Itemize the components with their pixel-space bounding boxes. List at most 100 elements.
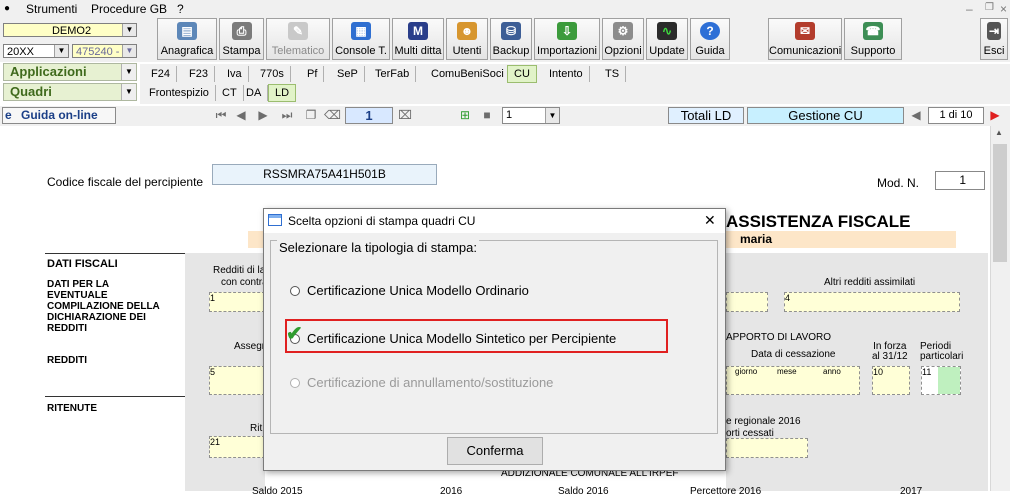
anagrafica-button[interactable]: ▤ Anagrafica [157, 18, 217, 60]
utenti-button[interactable]: ☻ Utenti [446, 18, 488, 60]
field-4-num: 4 [785, 293, 791, 303]
scroll-thumb[interactable] [993, 144, 1007, 262]
acconto-2016-label: 2016 [440, 486, 463, 497]
minimize-icon[interactable]: – [966, 2, 973, 16]
code-value: 475240 - [76, 46, 120, 58]
field-regionale[interactable] [726, 438, 808, 458]
backup-button[interactable]: ⛁ Backup [490, 18, 532, 60]
in-forza-label: In forza al 31/12 [872, 342, 908, 362]
data-cessazione-field[interactable]: giorno mese anno [726, 366, 860, 395]
menu-strumenti[interactable]: Strumenti [26, 2, 77, 16]
gestione-cu-button[interactable]: Gestione CU [747, 107, 904, 124]
console-button[interactable]: ▦ Console T. [332, 18, 390, 60]
tab-ts[interactable]: TS [599, 66, 627, 82]
next-record-icon[interactable]: ▶ [256, 108, 270, 122]
chevron-down-icon: ▼ [545, 108, 559, 123]
guida-online-label: Guida on-line [21, 108, 98, 122]
option-ordinario-label[interactable]: Certificazione Unica Modello Ordinario [307, 283, 529, 298]
dialog-close-icon[interactable]: ✕ [704, 212, 716, 229]
records-dropdown[interactable]: 1 ▼ [502, 107, 560, 124]
stampa-label: Stampa [222, 45, 261, 57]
tab-f24[interactable]: F24 [145, 66, 177, 82]
menu-procedure-gb[interactable]: Procedure GB [91, 2, 167, 16]
menu-bar: ● Strumenti Procedure GB ? – ❐ × [0, 0, 1010, 18]
company-select[interactable]: DEMO2 ▼ [3, 23, 137, 37]
delete-record-icon[interactable]: ⌫ [324, 108, 341, 122]
scroll-up-icon[interactable]: ▲ [995, 128, 1003, 137]
tab-comubenisoci[interactable]: ComuBeniSoci [425, 66, 511, 82]
modn-field[interactable]: 1 [935, 171, 985, 190]
quadri-label: Quadri [10, 84, 52, 99]
previous-record-icon[interactable]: ◀ [234, 108, 248, 122]
dialog-titlebar: Scelta opzioni di stampa quadri CU ✕ [264, 209, 725, 233]
stop-icon[interactable]: ■ [480, 108, 494, 122]
field-4[interactable]: 4 [784, 292, 960, 312]
update-button[interactable]: ∿ Update [646, 18, 688, 60]
comunicazioni-icon: ✉ [795, 22, 815, 40]
guida-button[interactable]: ? Guida [690, 18, 730, 60]
tab-770s[interactable]: 770s [254, 66, 291, 82]
field-3-tail[interactable] [726, 292, 768, 312]
last-record-icon[interactable]: ⏭ [280, 108, 294, 122]
option-ordinario-radio[interactable] [290, 286, 300, 296]
print-options-dialog: Scelta opzioni di stampa quadri CU ✕ Sel… [263, 208, 726, 471]
tab-ld[interactable]: LD [268, 84, 297, 102]
tab-f23[interactable]: F23 [183, 66, 215, 82]
close-app-icon[interactable]: × [1000, 2, 1007, 16]
restore-icon[interactable]: ❐ [985, 2, 994, 13]
confirm-button[interactable]: Conferma [447, 437, 543, 465]
tab-iva[interactable]: Iva [221, 66, 249, 82]
opzioni-button[interactable]: ⚙ Opzioni [602, 18, 644, 60]
field-1[interactable]: 1 [209, 292, 265, 312]
copy-record-icon[interactable]: ❐ [304, 108, 318, 122]
add-row-icon[interactable]: ⊞ [458, 108, 472, 122]
exit-door-icon: ⇥ [987, 22, 1001, 40]
tab-terfab[interactable]: TerFab [369, 66, 417, 82]
menu-help[interactable]: ? [177, 2, 184, 16]
guida-online-button[interactable]: e Guida on-line [2, 107, 116, 124]
company-value: DEMO2 [51, 25, 92, 37]
tab-cu[interactable]: CU [507, 65, 537, 83]
tab-pf[interactable]: Pf [301, 66, 325, 82]
page-next-icon[interactable]: ▶ [988, 108, 1002, 122]
saldo-2016-label: Saldo 2016 [558, 486, 609, 497]
field-11-num: 11 [922, 367, 932, 377]
page-number-field[interactable]: 1 [345, 107, 393, 124]
esci-button[interactable]: ⇥ Esci [980, 18, 1008, 60]
con-contratto-label: con contra [221, 277, 268, 288]
multi-ditta-button[interactable]: M Multi ditta [392, 18, 444, 60]
applicazioni-select[interactable]: Applicazioni ▼ [3, 63, 137, 81]
year-select[interactable]: 20XX ▼ [3, 44, 69, 58]
field-5[interactable]: 5 [209, 366, 265, 395]
telematico-button[interactable]: ✎ Telematico [266, 18, 330, 60]
field-11-fill [938, 367, 960, 394]
page-prev-icon[interactable]: ◀ [909, 108, 923, 122]
comunicazioni-label: Comunicazioni [769, 45, 842, 57]
pen-icon: ✎ [288, 22, 308, 40]
code-select[interactable]: 475240 - ▼ [72, 44, 137, 58]
comunicazioni-button[interactable]: ✉ Comunicazioni [768, 18, 842, 60]
acconto-2017-label: 2017 [900, 486, 923, 497]
first-record-icon[interactable]: ⏮ [214, 108, 228, 122]
tab-sep[interactable]: SeP [331, 66, 365, 82]
tab-intento[interactable]: Intento [543, 66, 590, 82]
field-21[interactable]: 21 [209, 436, 265, 458]
field-10[interactable]: 10 [872, 366, 910, 395]
clear-icon[interactable]: ⌧ [398, 108, 412, 122]
vertical-scrollbar[interactable]: ▲ [990, 126, 1010, 491]
field-11[interactable]: 11 [921, 366, 961, 395]
cf-field[interactable]: RSSMRA75A41H501B [212, 164, 437, 185]
ritenute-label: Rit [250, 423, 263, 434]
supporto-button[interactable]: ☎ Supporto [844, 18, 902, 60]
totali-ld-button[interactable]: Totali LD [668, 107, 744, 124]
stampa-button[interactable]: ⎙ Stampa [219, 18, 264, 60]
anno-label: anno [823, 367, 841, 376]
form-window-icon [268, 214, 282, 226]
quadri-select[interactable]: Quadri ▼ [3, 83, 137, 101]
option-sintetico-label[interactable]: Certificazione Unica Modello Sintetico p… [307, 331, 616, 346]
importazioni-button[interactable]: ⇩ Importazioni [534, 18, 600, 60]
tab-da[interactable]: DA [240, 85, 269, 101]
anagrafica-label: Anagrafica [160, 45, 214, 57]
tab-frontespizio[interactable]: Frontespizio [143, 85, 216, 101]
percettore-2016-label: Percettore 2016 [690, 486, 762, 497]
